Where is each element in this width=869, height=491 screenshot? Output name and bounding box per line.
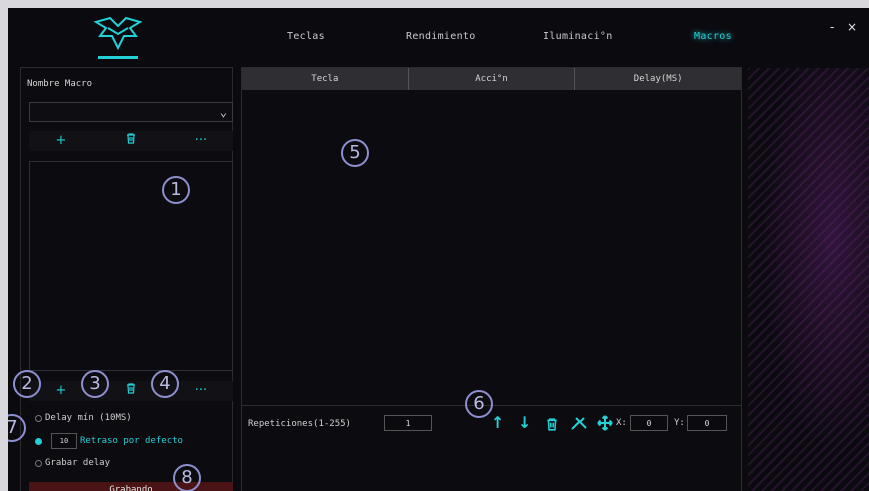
x-coordinate-input[interactable]: 0 bbox=[630, 415, 668, 431]
app-window: Teclas Rendimiento Iluminaci°n Macros - … bbox=[8, 8, 869, 491]
x-label: X: bbox=[616, 418, 627, 428]
table-header: Tecla Acci°n Delay(MS) bbox=[242, 68, 741, 90]
more-steps-button[interactable]: ··· bbox=[181, 381, 221, 401]
delete-step-button[interactable] bbox=[111, 381, 151, 401]
background-decoration bbox=[748, 68, 869, 491]
callout-1: 1 bbox=[162, 176, 190, 204]
tab-rendimiento[interactable]: Rendimiento bbox=[406, 31, 476, 42]
column-header-key: Tecla bbox=[242, 68, 409, 90]
radio-icon bbox=[35, 414, 42, 422]
chevron-down-icon: ⌄ bbox=[219, 105, 227, 119]
default-delay-input[interactable]: 10 bbox=[51, 433, 77, 449]
option-label: Retraso por defecto bbox=[80, 436, 183, 446]
option-label: Grabar delay bbox=[45, 458, 111, 468]
macro-panel: Nombre Macro ⌄ + ··· + ··· Delay mín (10… bbox=[20, 67, 233, 491]
macro-select[interactable]: ⌄ bbox=[29, 102, 233, 122]
column-header-delay: Delay(MS) bbox=[633, 74, 683, 84]
callout-6: 6 bbox=[465, 390, 493, 418]
delete-macro-button[interactable] bbox=[111, 131, 151, 151]
macro-name-label: Nombre Macro bbox=[27, 79, 93, 89]
trash-icon bbox=[127, 383, 135, 394]
callout-3: 3 bbox=[81, 370, 109, 398]
callout-4: 4 bbox=[151, 370, 179, 398]
move-icon[interactable] bbox=[597, 415, 613, 435]
repetitions-label: Repeticiones(1-255) bbox=[248, 419, 351, 429]
macro-steps-table: Tecla Acci°n Delay(MS) Repeticiones(1-25… bbox=[241, 67, 742, 491]
callout-2: 2 bbox=[13, 370, 41, 398]
y-coordinate-input[interactable]: 0 bbox=[687, 415, 727, 431]
record-button[interactable]: Grabando bbox=[29, 482, 233, 491]
more-options-button[interactable]: ··· bbox=[181, 131, 221, 151]
radio-icon bbox=[35, 459, 42, 467]
macro-toolbar-bottom: + ··· bbox=[29, 381, 233, 401]
tab-iluminacion[interactable]: Iluminaci°n bbox=[543, 31, 613, 42]
y-label: Y: bbox=[674, 418, 685, 428]
column-header-action: Acci°n bbox=[409, 68, 576, 90]
arrow-down-icon[interactable]: ↓ bbox=[518, 413, 531, 432]
callout-8: 8 bbox=[173, 464, 201, 491]
tab-macros[interactable]: Macros bbox=[694, 31, 732, 42]
callout-5: 5 bbox=[341, 139, 369, 167]
repetitions-input[interactable]: 1 bbox=[384, 415, 432, 431]
arrow-up-icon[interactable]: ↑ bbox=[491, 413, 504, 432]
tab-teclas[interactable]: Teclas bbox=[287, 31, 325, 42]
radio-selected-icon bbox=[35, 437, 42, 445]
option-default-delay[interactable]: 10 Retraso por defecto bbox=[35, 433, 183, 449]
macro-list[interactable] bbox=[29, 161, 233, 371]
top-bar: Teclas Rendimiento Iluminaci°n Macros - … bbox=[8, 8, 869, 66]
minimize-button[interactable]: - bbox=[830, 20, 834, 34]
trash-icon bbox=[127, 133, 135, 144]
add-macro-button[interactable]: + bbox=[41, 131, 81, 151]
close-button[interactable]: × bbox=[847, 20, 857, 34]
option-min-delay[interactable]: Delay mín (10MS) bbox=[35, 413, 132, 423]
mouse-click-icon[interactable] bbox=[570, 415, 588, 435]
macro-toolbar-top: + ··· bbox=[29, 131, 233, 151]
option-record-delay[interactable]: Grabar delay bbox=[35, 458, 110, 468]
option-label: Delay mín (10MS) bbox=[45, 413, 132, 423]
trash-icon[interactable] bbox=[546, 416, 558, 435]
brand-logo bbox=[93, 16, 143, 59]
add-step-button[interactable]: + bbox=[41, 381, 81, 401]
